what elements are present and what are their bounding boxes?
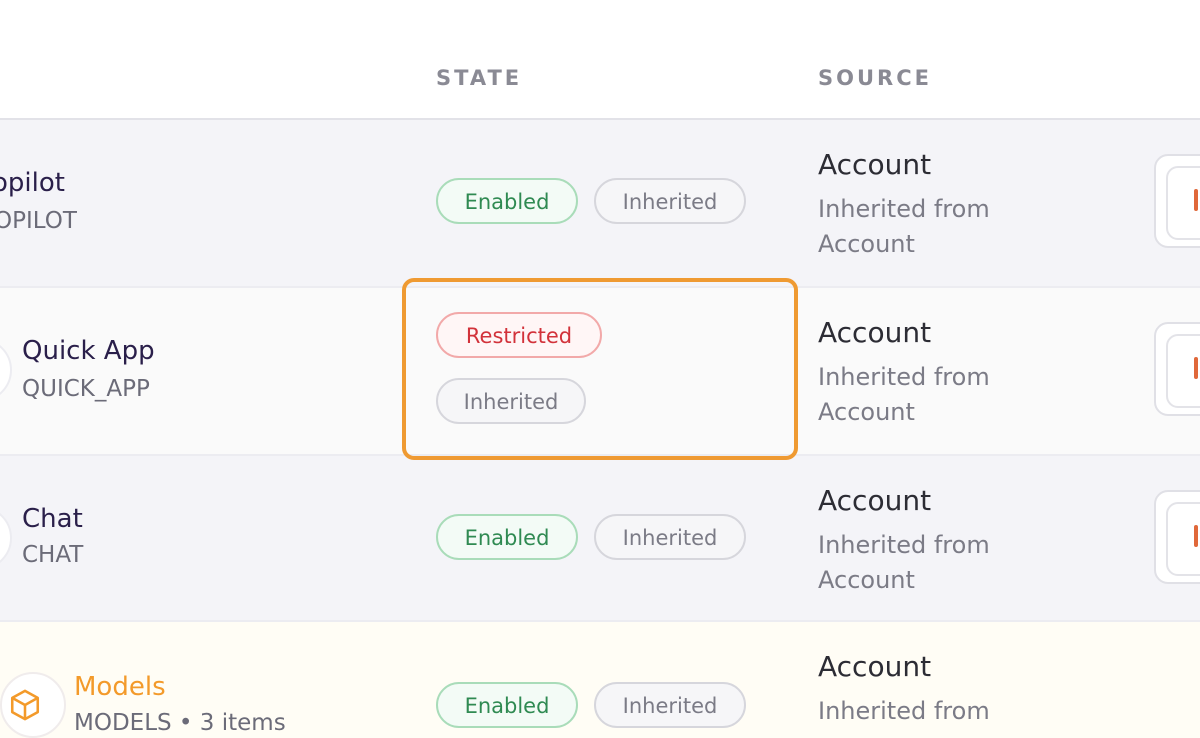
row-action-button[interactable] bbox=[1154, 154, 1200, 248]
table-row-models[interactable]: Models MODELS • 3 items Enabled Inherite… bbox=[0, 622, 1200, 738]
state-badge-enabled: Enabled bbox=[436, 514, 578, 560]
inherited-badge: Inherited bbox=[594, 178, 746, 224]
source-title: Account bbox=[818, 316, 932, 349]
source-description: Inherited from Account bbox=[818, 531, 990, 594]
feature-code: OPILOT bbox=[0, 208, 77, 234]
source-description: Inherited from bbox=[818, 697, 990, 725]
table-header: STATE SOURCE bbox=[0, 28, 1200, 120]
inherited-badge: Inherited bbox=[594, 514, 746, 560]
permissions-table: STATE SOURCE opilot OPILOT Enabled Inher… bbox=[0, 0, 1200, 738]
feature-code: MODELS • 3 items bbox=[74, 710, 286, 736]
feature-name: Chat bbox=[22, 504, 83, 534]
feature-code: QUICK_APP bbox=[22, 376, 150, 402]
feature-avatar bbox=[0, 338, 12, 402]
source-title: Account bbox=[818, 650, 932, 683]
source-description: Inherited from Account bbox=[818, 195, 990, 258]
table-row[interactable]: Chat CHAT Enabled Inherited Account Inhe… bbox=[0, 456, 1200, 622]
table-top-bar bbox=[0, 0, 1200, 30]
source-title: Account bbox=[818, 148, 932, 181]
action-indicator bbox=[1194, 357, 1198, 379]
feature-name: opilot bbox=[0, 168, 65, 198]
state-badge-enabled: Enabled bbox=[436, 178, 578, 224]
state-badge-enabled: Enabled bbox=[436, 682, 578, 728]
action-indicator bbox=[1194, 525, 1198, 547]
feature-code: CHAT bbox=[22, 542, 84, 568]
highlight-box bbox=[402, 278, 798, 460]
column-header-source: SOURCE bbox=[818, 66, 932, 90]
table-row[interactable]: opilot OPILOT Enabled Inherited Account … bbox=[0, 120, 1200, 288]
action-indicator bbox=[1194, 189, 1198, 211]
source-title: Account bbox=[818, 484, 932, 517]
feature-avatar bbox=[0, 506, 12, 570]
inherited-badge: Inherited bbox=[594, 682, 746, 728]
feature-name: Models bbox=[74, 672, 166, 702]
models-avatar bbox=[0, 672, 66, 738]
row-action-button[interactable] bbox=[1154, 322, 1200, 416]
cube-icon bbox=[10, 689, 40, 721]
feature-name: Quick App bbox=[22, 336, 155, 366]
row-action-button[interactable] bbox=[1154, 490, 1200, 584]
column-header-state: STATE bbox=[436, 66, 523, 90]
source-description: Inherited from Account bbox=[818, 363, 990, 426]
